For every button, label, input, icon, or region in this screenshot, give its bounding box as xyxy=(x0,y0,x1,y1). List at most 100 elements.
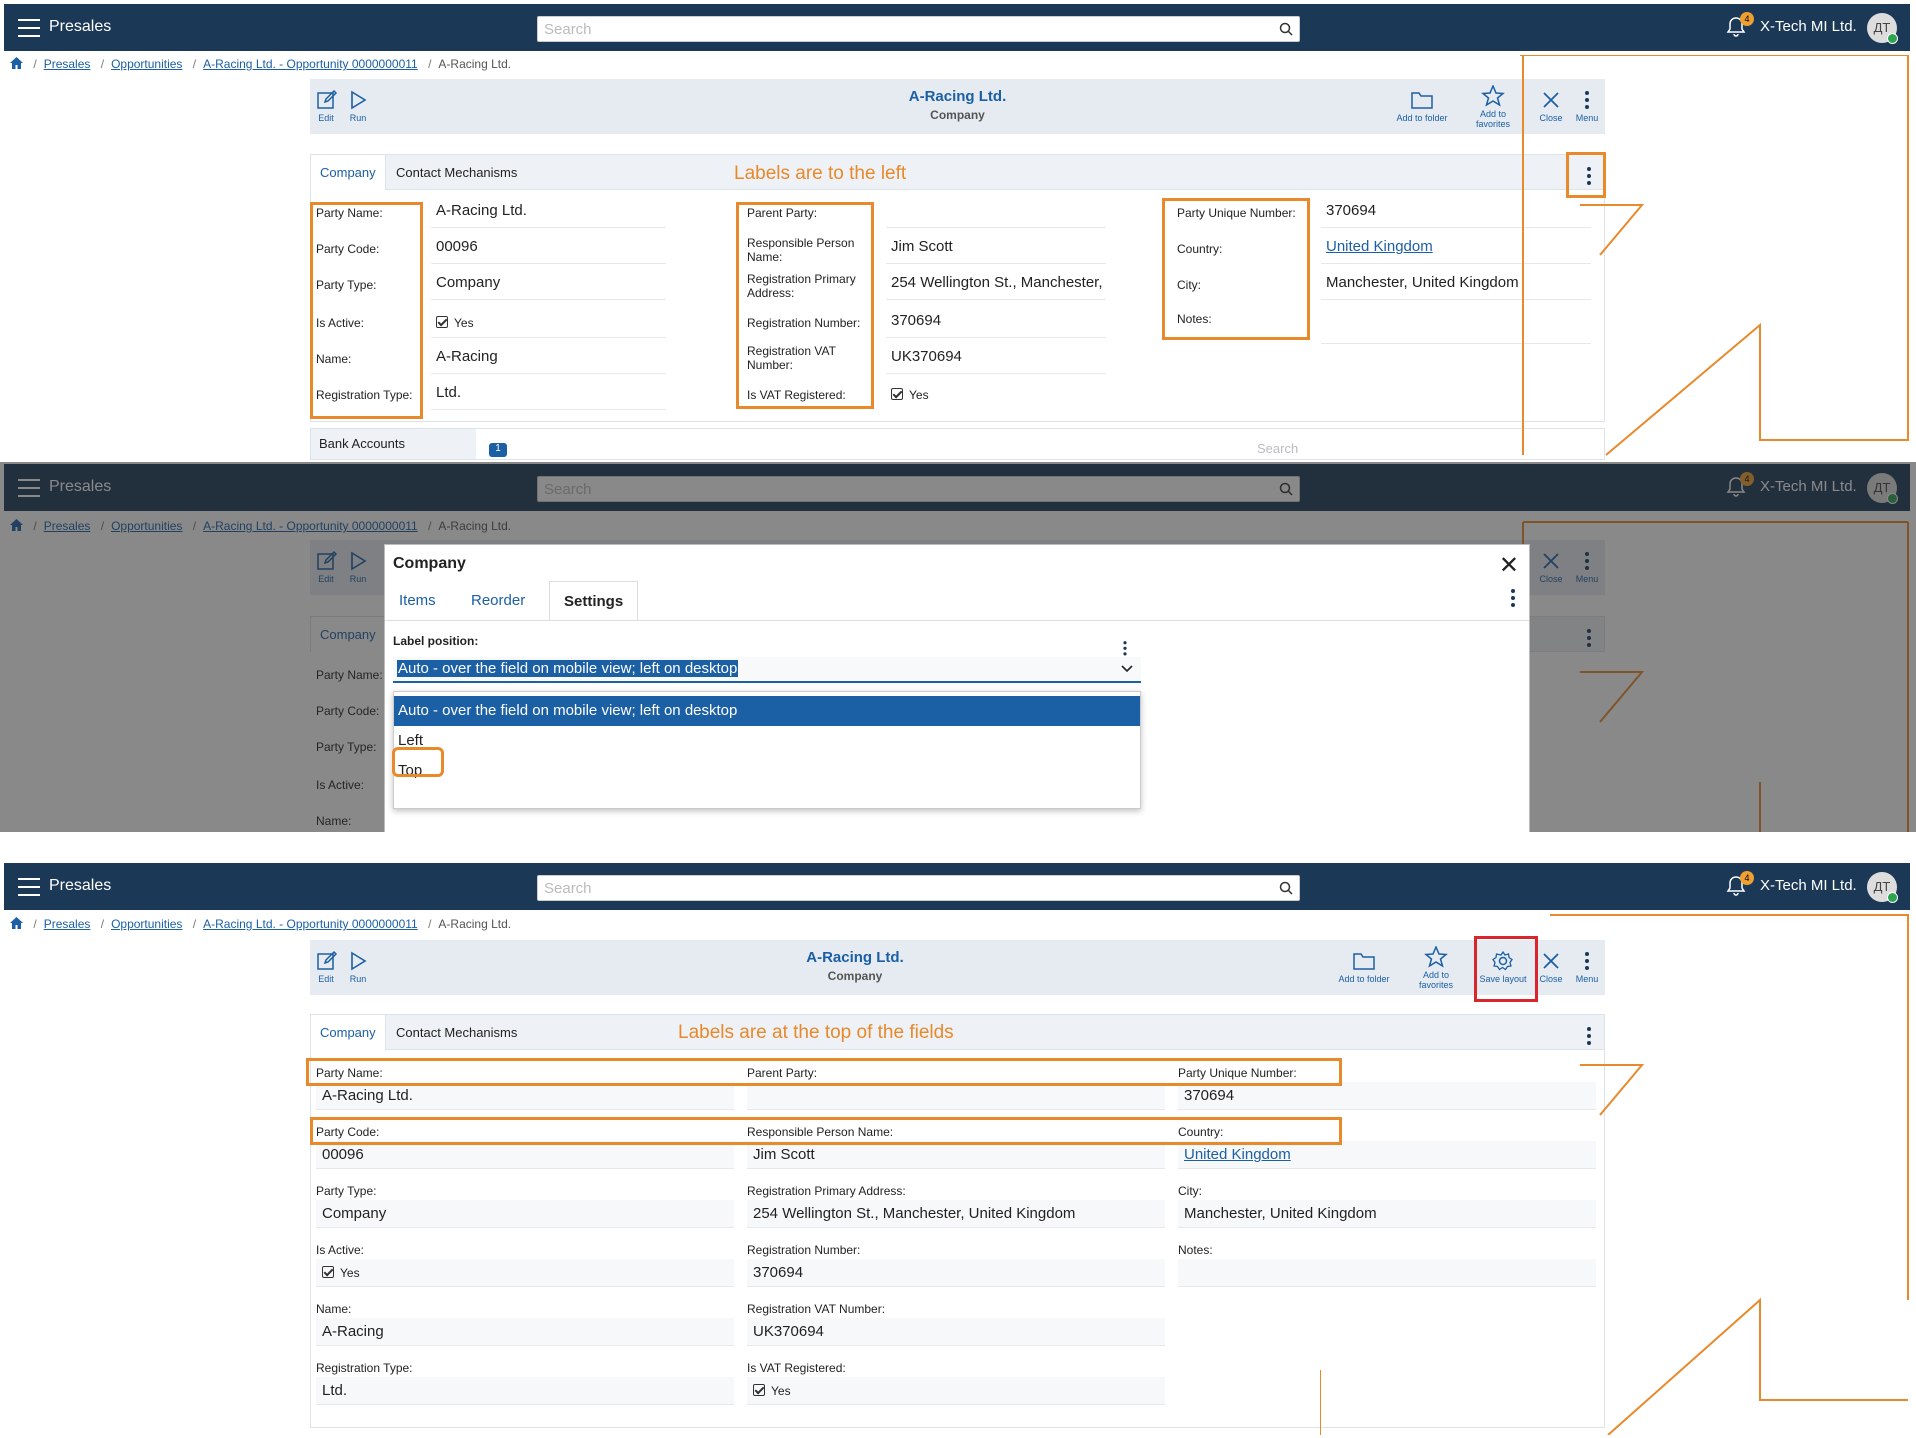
reg-number-value[interactable]: 370694 xyxy=(747,1259,1165,1287)
option-left[interactable]: Left xyxy=(394,726,1140,756)
is-vat-field[interactable]: Yes xyxy=(747,1377,1165,1405)
hamburger-menu-icon[interactable] xyxy=(18,19,40,37)
bank-accounts-section: Bank Accounts 1 Search xyxy=(310,428,1605,460)
registration-type-value[interactable]: Ltd. xyxy=(431,384,666,410)
field-kebab-icon[interactable] xyxy=(1123,641,1127,658)
reg-number-label: Registration Number: xyxy=(747,1243,861,1257)
parent-party-value[interactable] xyxy=(747,1082,1165,1110)
name-label: Name: xyxy=(316,1302,352,1316)
settings-dialog: Company ✕ Items Reorder Settings Label p… xyxy=(384,544,1530,832)
reg-vat-value[interactable]: UK370694 xyxy=(886,348,1106,374)
notes-label: Notes: xyxy=(1178,1243,1213,1257)
reg-number-value[interactable]: 370694 xyxy=(886,312,1106,338)
form-tabs: Company Contact Mechanisms xyxy=(310,154,1605,190)
party-name-value[interactable]: A-Racing Ltd. xyxy=(316,1082,734,1110)
top-bar: Presales Search 4 X-Tech MI Ltd. ДТ xyxy=(4,4,1910,51)
party-name-value[interactable]: A-Racing Ltd. xyxy=(431,202,666,228)
checkbox-checked-icon[interactable] xyxy=(436,316,448,328)
bank-accounts-label: Bank Accounts xyxy=(311,429,476,459)
home-icon[interactable] xyxy=(10,57,23,69)
reg-vat-label: Registration VAT Number: xyxy=(747,1302,886,1316)
is-vat-field[interactable]: Yes xyxy=(886,384,1106,410)
checkbox-checked-icon[interactable] xyxy=(753,1384,765,1396)
app-name: Presales xyxy=(49,18,112,35)
dialog-tab-items[interactable]: Items xyxy=(385,581,450,621)
country-link[interactable]: United Kingdom xyxy=(1326,238,1433,255)
reg-address-value[interactable]: 254 Wellington St., Manchester, Uni... xyxy=(886,274,1106,300)
search-icon[interactable] xyxy=(1279,22,1293,36)
breadcrumb-opportunity[interactable]: A-Racing Ltd. - Opportunity 0000000011 xyxy=(203,57,418,71)
breadcrumb-presales[interactable]: Presales xyxy=(44,57,91,71)
dialog-tab-settings[interactable]: Settings xyxy=(549,581,639,621)
breadcrumb-current: A-Racing Ltd. xyxy=(438,917,512,931)
dialog-tab-divider xyxy=(385,620,1529,621)
name-value[interactable]: A-Racing xyxy=(431,348,666,374)
option-auto[interactable]: Auto - over the field on mobile view; le… xyxy=(394,696,1140,726)
city-label: City: xyxy=(1178,1184,1202,1198)
checkbox-checked-icon[interactable] xyxy=(322,1266,334,1278)
parent-party-value[interactable] xyxy=(886,202,1106,228)
add-to-folder-label: Add to folder xyxy=(1396,113,1448,123)
breadcrumb-presales[interactable]: Presales xyxy=(44,917,91,931)
party-type-label: Party Type: xyxy=(316,1184,377,1198)
tab-company[interactable]: Company xyxy=(311,1015,386,1050)
folder-icon xyxy=(1411,92,1433,109)
tab-contact-mechanisms[interactable]: Contact Mechanisms xyxy=(387,1015,526,1050)
reg-address-value[interactable]: 254 Wellington St., Manchester, United K… xyxy=(747,1200,1165,1228)
add-to-folder-button[interactable]: Add to folder xyxy=(1392,89,1452,123)
party-type-value[interactable]: Company xyxy=(316,1200,734,1228)
is-active-value: Yes xyxy=(340,1266,360,1280)
highlight-left-labels-col1 xyxy=(310,202,423,419)
global-search-input[interactable]: Search xyxy=(537,875,1300,901)
name-value[interactable]: A-Racing xyxy=(316,1318,734,1346)
home-icon[interactable] xyxy=(10,917,23,929)
breadcrumb-opportunities[interactable]: Opportunities xyxy=(111,917,182,931)
is-active-field[interactable]: Yes xyxy=(316,1259,734,1287)
is-active-value: Yes xyxy=(454,316,474,330)
form-subtitle: Company xyxy=(827,969,883,983)
label-position-select[interactable]: Auto - over the field on mobile view; le… xyxy=(393,657,1141,683)
panel-settings-dialog: Presales Search 4 X-Tech MI Ltd. ДТ /Pre… xyxy=(0,462,1916,832)
registration-type-value[interactable]: Ltd. xyxy=(316,1377,734,1405)
highlight-top-option xyxy=(392,747,444,777)
is-active-label: Is Active: xyxy=(316,1243,365,1257)
decorative-lines xyxy=(1320,914,1909,1435)
checkbox-checked-icon[interactable] xyxy=(891,388,903,400)
annotation-labels-top: Labels are at the top of the fields xyxy=(678,1022,954,1043)
responsible-person-value[interactable]: Jim Scott xyxy=(886,238,1106,264)
party-type-value[interactable]: Company xyxy=(431,274,666,300)
avatar[interactable]: ДТ xyxy=(1867,13,1898,44)
bank-search-input[interactable]: Search xyxy=(1253,441,1543,460)
highlight-top-labels-row1 xyxy=(306,1058,1342,1086)
breadcrumb: /Presales /Opportunities /A-Racing Ltd. … xyxy=(10,917,511,931)
tab-company[interactable]: Company xyxy=(311,155,386,190)
breadcrumb-opportunities[interactable]: Opportunities xyxy=(111,57,182,71)
global-search-input[interactable]: Search xyxy=(537,16,1300,42)
dialog-close-icon[interactable]: ✕ xyxy=(1499,551,1519,580)
search-icon[interactable] xyxy=(1279,881,1293,895)
option-top[interactable]: Top xyxy=(394,756,1140,786)
tab-contact-mechanisms[interactable]: Contact Mechanisms xyxy=(387,155,526,190)
country-link[interactable]: United Kingdom xyxy=(1184,1146,1291,1163)
panel-labels-top: Presales Search 4 X-Tech MI Ltd. ДТ / Pre… xyxy=(0,860,1916,1435)
label-position-options: Auto - over the field on mobile view; le… xyxy=(393,691,1141,809)
add-to-favorites-label: Add to favorites xyxy=(1475,109,1510,129)
party-code-value[interactable]: 00096 xyxy=(431,238,666,264)
dialog-title: Company xyxy=(393,555,466,572)
reg-vat-value[interactable]: UK370694 xyxy=(747,1318,1165,1346)
hamburger-menu-icon[interactable] xyxy=(18,878,40,896)
is-active-field[interactable]: Yes xyxy=(431,312,666,338)
add-to-favorites-button[interactable]: Add to favorites xyxy=(1473,85,1513,129)
dialog-kebab-icon[interactable] xyxy=(1511,589,1515,610)
breadcrumb-opportunity[interactable]: A-Racing Ltd. - Opportunity 0000000011 xyxy=(203,917,418,931)
chevron-down-icon[interactable] xyxy=(1121,665,1133,673)
form-title: A-Racing Ltd. xyxy=(806,949,904,966)
party-code-value[interactable]: 00096 xyxy=(316,1141,734,1169)
responsible-person-value[interactable]: Jim Scott xyxy=(747,1141,1165,1169)
dialog-tab-reorder[interactable]: Reorder xyxy=(457,581,539,621)
panel-labels-left: Presales Search 4 X-Tech MI Ltd. ДТ / Pre… xyxy=(0,0,1916,460)
bank-count-badge: 1 xyxy=(489,443,507,457)
annotation-labels-left: Labels are to the left xyxy=(734,163,907,184)
star-icon xyxy=(1481,85,1505,107)
org-name[interactable]: X-Tech MI Ltd. xyxy=(1760,18,1857,35)
